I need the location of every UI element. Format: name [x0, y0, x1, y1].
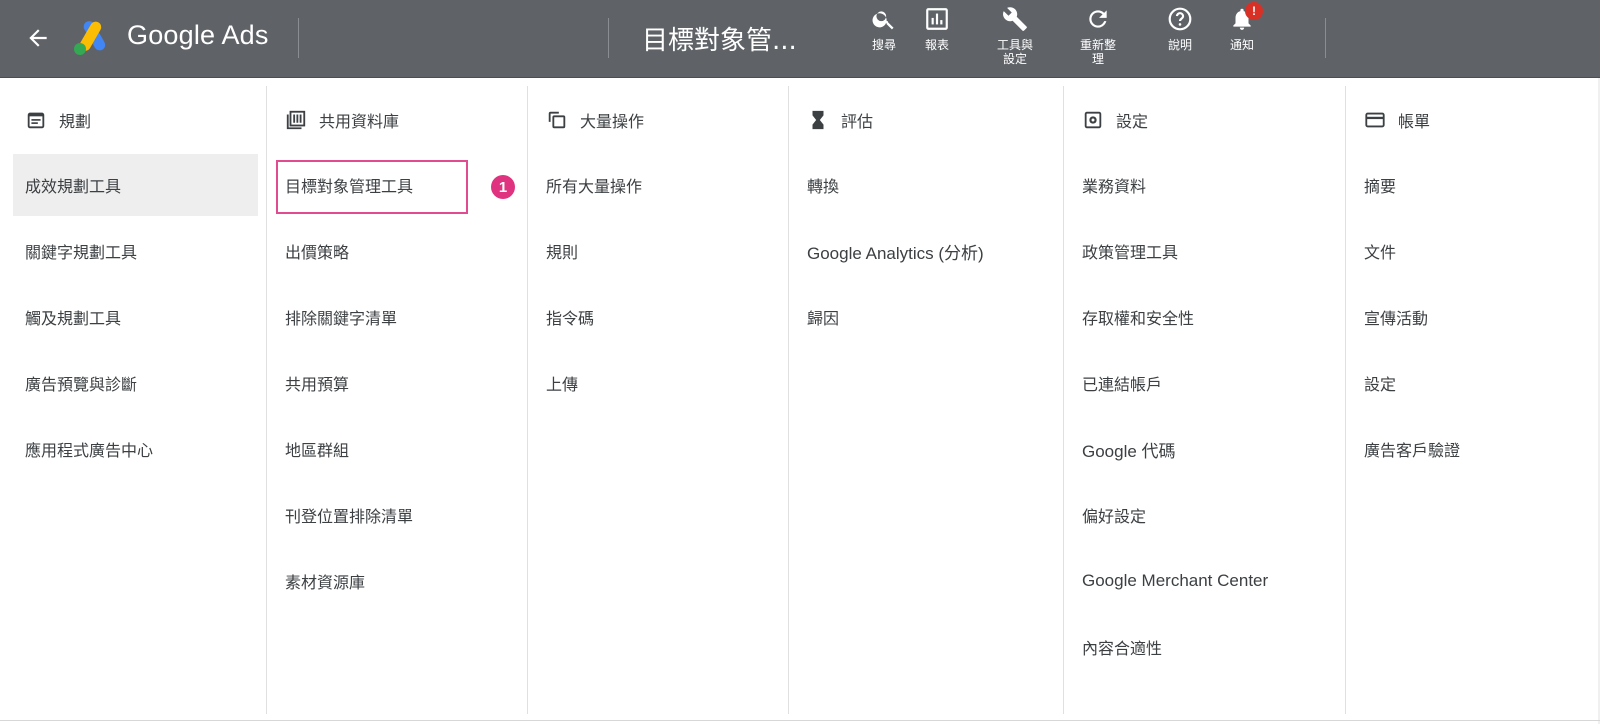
tools-settings-button[interactable]: 工具與 設定	[985, 6, 1045, 66]
menu-item[interactable]: 應用程式廣告中心	[13, 418, 258, 480]
menu-item[interactable]: 偏好設定	[1070, 484, 1342, 546]
menu-item[interactable]: 宣傳活動	[1352, 286, 1592, 348]
settings-icon	[1084, 111, 1102, 129]
menu-item[interactable]: Google 代碼	[1070, 418, 1342, 480]
notifications-label: 通知	[1229, 38, 1254, 52]
column-header-shared-library: 共用資料庫	[285, 108, 399, 132]
menu-item[interactable]: 廣告客戶驗證	[1352, 418, 1592, 480]
refresh-button[interactable]: 重新整理	[1068, 6, 1128, 66]
menu-column-setup: 設定 業務資料 政策管理工具 存取權和安全性 已連結帳戶 Google 代碼 偏…	[1070, 86, 1342, 714]
column-header-label: 設定	[1116, 112, 1149, 131]
column-header-label: 大量操作	[580, 112, 645, 131]
menu-item[interactable]: 內容合適性	[1070, 616, 1342, 678]
highlight-box	[276, 160, 468, 214]
menu-item[interactable]: Google Analytics (分析)	[795, 220, 1060, 282]
menu-column-billing: 帳單 摘要 文件 宣傳活動 設定 廣告客戶驗證	[1352, 86, 1592, 714]
menu-item[interactable]: 觸及規劃工具	[13, 286, 258, 348]
toolbar-divider	[608, 18, 609, 58]
bulk-actions-icon	[548, 111, 566, 129]
help-icon	[1168, 7, 1192, 31]
menu-item[interactable]: 素材資源庫	[273, 550, 523, 612]
menu-item[interactable]: 排除關鍵字清單	[273, 286, 523, 348]
column-divider	[1063, 86, 1064, 714]
menu-item[interactable]: 所有大量操作	[534, 154, 784, 216]
menu-item[interactable]: 指令碼	[534, 286, 784, 348]
google-ads-logo-icon[interactable]	[72, 18, 114, 56]
menu-item[interactable]: 存取權和安全性	[1070, 286, 1342, 348]
step-number-badge: 1	[491, 175, 515, 199]
refresh-icon	[1089, 10, 1107, 28]
menu-column-measurement: 評估 轉換 Google Analytics (分析) 歸因	[795, 86, 1060, 714]
column-divider	[266, 86, 267, 714]
menu-item[interactable]: 刊登位置排除清單	[273, 484, 523, 546]
help-button[interactable]: 說明	[1150, 6, 1210, 52]
column-header-billing: 帳單	[1364, 108, 1430, 132]
column-divider	[788, 86, 789, 714]
menu-item[interactable]: 出價策略	[273, 220, 523, 282]
column-divider	[527, 86, 528, 714]
top-app-bar: Google Ads 目標對象管... 搜尋 報表 工具與 設定 重新整理 說明 …	[0, 0, 1600, 78]
menu-item[interactable]: 上傳	[534, 352, 784, 414]
menu-item[interactable]: 規則	[534, 220, 784, 282]
search-icon	[872, 11, 894, 30]
reports-icon	[926, 8, 948, 30]
notifications-button[interactable]: ! 通知	[1212, 2, 1272, 52]
column-header-planning: 規劃	[25, 108, 91, 132]
back-arrow-icon[interactable]	[22, 22, 54, 54]
help-label: 說明	[1167, 38, 1192, 52]
column-header-label: 帳單	[1398, 112, 1431, 131]
column-header-label: 共用資料庫	[319, 112, 400, 131]
menu-item[interactable]: 文件	[1352, 220, 1592, 282]
menu-column-bulk-actions: 大量操作 所有大量操作 規則 指令碼 上傳	[534, 86, 784, 714]
toolbar-divider	[298, 18, 299, 58]
column-header-label: 規劃	[59, 112, 92, 131]
column-header-measurement: 評估	[807, 108, 873, 132]
brand-name: Google Ads	[127, 20, 269, 50]
menu-item[interactable]: 地區群組	[273, 418, 523, 480]
notification-badge: !	[1245, 2, 1263, 20]
menu-item[interactable]: 設定	[1352, 352, 1592, 414]
menu-column-planning: 規劃 成效規劃工具 關鍵字規劃工具 觸及規劃工具 廣告預覽與診斷 應用程式廣告中…	[13, 86, 258, 714]
menu-item[interactable]: Google Merchant Center	[1070, 550, 1342, 612]
page-title: 目標對象管...	[642, 26, 797, 56]
column-header-bulk-actions: 大量操作	[546, 108, 644, 132]
billing-card-icon	[1365, 112, 1385, 128]
search-button[interactable]: 搜尋	[854, 6, 914, 52]
column-header-label: 評估	[841, 112, 874, 131]
menu-item[interactable]: 成效規劃工具	[13, 154, 258, 216]
reports-label: 報表	[924, 38, 949, 52]
menu-item[interactable]: 關鍵字規劃工具	[13, 220, 258, 282]
menu-item[interactable]: 業務資料	[1070, 154, 1342, 216]
wrench-icon	[1003, 7, 1027, 31]
menu-item[interactable]: 摘要	[1352, 154, 1592, 216]
hourglass-icon	[812, 110, 824, 130]
menu-item[interactable]: 已連結帳戶	[1070, 352, 1342, 414]
search-label: 搜尋	[871, 38, 896, 52]
menu-item[interactable]: 廣告預覽與診斷	[13, 352, 258, 414]
menu-item[interactable]: 共用預算	[273, 352, 523, 414]
menu-item[interactable]: 政策管理工具	[1070, 220, 1342, 282]
menu-item[interactable]: 歸因	[795, 286, 1060, 348]
calendar-icon	[27, 112, 45, 129]
column-header-setup: 設定	[1082, 108, 1148, 132]
reports-button[interactable]: 報表	[907, 6, 967, 52]
tools-settings-label: 工具與 設定	[996, 38, 1033, 66]
refresh-label: 重新整理	[1079, 38, 1116, 66]
bottom-divider	[0, 720, 1600, 721]
library-icon	[286, 110, 306, 130]
toolbar-divider	[1325, 18, 1326, 58]
column-divider	[1345, 86, 1346, 714]
menu-item[interactable]: 轉換	[795, 154, 1060, 216]
